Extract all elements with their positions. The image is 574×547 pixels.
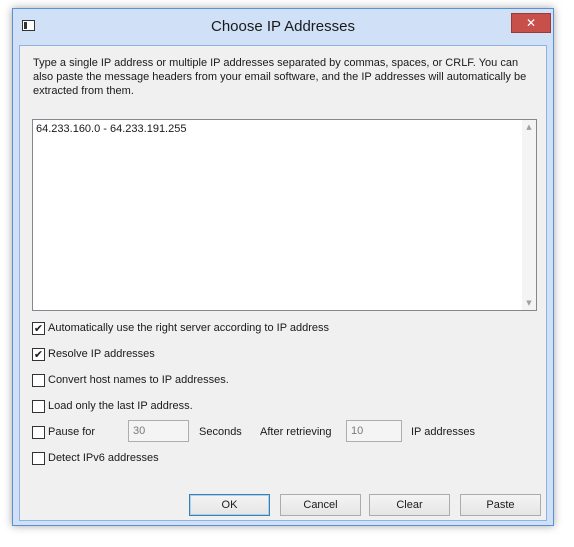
- convert-hosts-checkbox[interactable]: [32, 374, 45, 387]
- auto-server-checkbox[interactable]: ✔: [32, 322, 45, 335]
- instructions-text: Type a single IP address or multiple IP …: [33, 57, 527, 97]
- detect-ipv6-label: Detect IPv6 addresses: [48, 452, 159, 464]
- resolve-ip-label: Resolve IP addresses: [48, 348, 155, 360]
- load-last-checkbox[interactable]: [32, 400, 45, 413]
- detect-ipv6-checkbox[interactable]: [32, 452, 45, 465]
- auto-server-label: Automatically use the right server accor…: [48, 322, 330, 334]
- seconds-label: Seconds: [199, 426, 242, 438]
- choose-ip-dialog: Choose IP Addresses ✕ Type a single IP a…: [12, 8, 554, 526]
- resolve-ip-checkbox[interactable]: ✔: [32, 348, 45, 361]
- vertical-scrollbar[interactable]: ▲ ▼: [522, 120, 536, 310]
- ip-address-box: ▲ ▼: [32, 119, 537, 311]
- close-button[interactable]: ✕: [511, 13, 551, 33]
- ip-addresses-label: IP addresses: [411, 426, 476, 438]
- ip-address-input[interactable]: [36, 122, 522, 308]
- dialog-title: Choose IP Addresses: [211, 18, 355, 35]
- retrieve-count-input[interactable]: [346, 420, 402, 442]
- dialog-body: Type a single IP address or multiple IP …: [19, 45, 547, 521]
- close-icon: ✕: [525, 16, 537, 30]
- cancel-button[interactable]: Cancel: [280, 494, 361, 516]
- paste-button[interactable]: Paste: [460, 494, 541, 516]
- clear-button[interactable]: Clear: [369, 494, 450, 516]
- pause-label: Pause for: [48, 426, 96, 438]
- ok-button[interactable]: OK: [189, 494, 270, 516]
- scroll-up-icon[interactable]: ▲: [522, 120, 536, 134]
- load-last-label: Load only the last IP address.: [48, 400, 193, 412]
- convert-hosts-label: Convert host names to IP addresses.: [48, 374, 229, 386]
- title-bar[interactable]: Choose IP Addresses ✕: [13, 9, 553, 45]
- after-retrieving-label: After retrieving: [260, 426, 332, 438]
- scroll-down-icon[interactable]: ▼: [522, 296, 536, 310]
- pause-checkbox[interactable]: [32, 426, 45, 439]
- pause-seconds-input[interactable]: [128, 420, 189, 442]
